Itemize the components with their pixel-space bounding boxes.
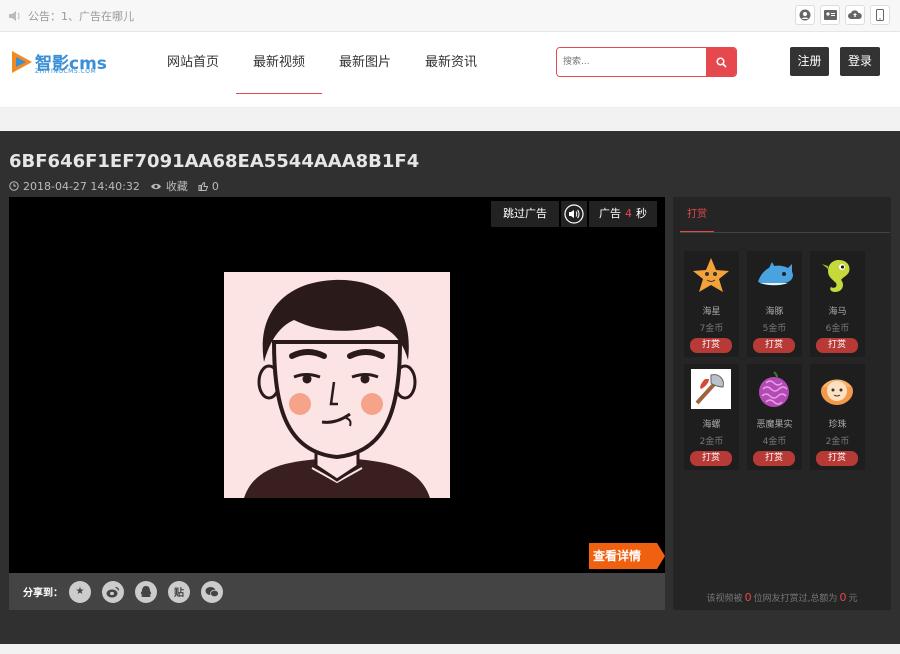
reward-button[interactable]: 打赏 <box>753 451 795 466</box>
ad-poster-image[interactable] <box>224 272 450 498</box>
gift-name: 海豚 <box>765 307 784 317</box>
gift-price: 2金币 <box>825 437 850 447</box>
search-icon <box>715 56 727 68</box>
gift-price: 6金币 <box>825 324 850 334</box>
main-nav: 网站首页 最新视频 最新图片 最新资讯 <box>150 32 494 94</box>
user-icon[interactable] <box>795 5 815 25</box>
search-input[interactable] <box>557 48 706 76</box>
reward-user-count: 0 <box>744 591 752 604</box>
starfish-icon <box>693 258 729 292</box>
reward-button[interactable]: 打赏 <box>816 451 858 466</box>
reward-total: 0 <box>839 591 847 604</box>
view-details-button[interactable]: 查看详情 <box>589 543 665 569</box>
gift-price: 5金币 <box>762 324 787 334</box>
register-button[interactable]: 注册 <box>790 47 829 76</box>
reward-summary: 该视频被 0 位网友打赏过,总额为 0 元 <box>673 591 891 604</box>
tieba-icon[interactable]: 贴 <box>168 580 190 603</box>
video-datetime: 2018-04-27 14:40:32 <box>23 179 140 193</box>
video-section: 6BF646F1EF7091AA68EA5544AAA8B1F4 2018-04… <box>0 131 900 644</box>
ad-countdown: 广告 4 秒 <box>589 201 657 227</box>
skip-ad-button[interactable]: 跳过广告 <box>491 201 559 227</box>
reward-button[interactable]: 打赏 <box>690 451 732 466</box>
sound-toggle[interactable] <box>561 201 587 227</box>
logo-play-icon <box>12 51 32 73</box>
logo-subtitle: ZHIYINGCMS.COM <box>35 68 97 75</box>
gift-card: 海豚 5金币 打赏 <box>747 251 802 357</box>
reward-button[interactable]: 打赏 <box>753 338 795 353</box>
video-meta: 2018-04-27 14:40:32 收藏 0 <box>9 178 219 194</box>
gift-name: 恶魔果实 <box>756 420 793 430</box>
video-player[interactable]: 跳过广告 广告 4 秒 查看详情 <box>9 197 665 573</box>
devil-fruit-icon <box>759 371 789 407</box>
reward-summary-mid: 位网友打赏过,总额为 <box>753 594 838 604</box>
wechat-icon[interactable] <box>201 580 223 603</box>
gift-card: 海星 7金币 打赏 <box>684 251 739 357</box>
top-bar: 公告：1、广告在哪儿 <box>0 0 900 32</box>
nav-latest-images[interactable]: 最新图片 <box>322 32 408 94</box>
page-footer-band <box>0 644 900 654</box>
announcement: 公告：1、广告在哪儿 <box>8 8 134 24</box>
weibo-icon[interactable] <box>102 580 124 603</box>
nav-home[interactable]: 网站首页 <box>150 32 236 94</box>
site-header: 智影cms ZHIYINGCMS.COM 网站首页 最新视频 最新图片 最新资讯… <box>0 32 900 108</box>
reward-panel: 打赏 海星 7金币 打赏 海豚 5金币 打赏 海马 6金币 打赏 海螺 2金币 … <box>673 197 891 610</box>
gift-card: 珍珠 2金币 打赏 <box>810 364 865 470</box>
gift-price: 2金币 <box>699 437 724 447</box>
volume-icon <box>564 204 584 224</box>
video-title: 6BF646F1EF7091AA68EA5544AAA8B1F4 <box>9 151 420 172</box>
ad-seconds: 4 <box>625 207 632 220</box>
gift-card: 海马 6金币 打赏 <box>810 251 865 357</box>
nav-latest-news[interactable]: 最新资讯 <box>408 32 494 94</box>
conch-icon <box>691 369 731 409</box>
tab-reward[interactable]: 打赏 <box>680 197 714 233</box>
qq-icon[interactable] <box>135 580 157 603</box>
reward-button[interactable]: 打赏 <box>816 338 858 353</box>
gift-name: 珍珠 <box>828 420 847 430</box>
reward-summary-prefix: 该视频被 <box>706 594 743 604</box>
gift-price: 4金币 <box>762 437 787 447</box>
reward-button[interactable]: 打赏 <box>690 338 732 353</box>
share-bar: 分享到： ★ 贴 <box>9 573 665 610</box>
tab-divider <box>680 232 890 233</box>
gift-name: 海星 <box>702 307 721 317</box>
clock-icon <box>9 181 19 191</box>
search-button[interactable] <box>706 48 736 76</box>
eye-icon <box>150 183 161 189</box>
pearl-icon <box>821 379 853 405</box>
ad-unit: 秒 <box>636 207 647 220</box>
ad-label: 广告 <box>599 207 621 220</box>
nav-latest-videos[interactable]: 最新视频 <box>236 32 322 94</box>
speaker-icon <box>9 11 20 21</box>
id-card-icon[interactable] <box>820 5 840 25</box>
dolphin-icon <box>758 262 793 286</box>
login-button[interactable]: 登录 <box>840 47 880 76</box>
search-box <box>556 47 737 77</box>
gift-price: 7金币 <box>699 324 724 334</box>
seahorse-icon <box>822 260 850 292</box>
thumbs-up-icon[interactable] <box>198 181 208 191</box>
cloud-upload-icon[interactable] <box>845 5 865 25</box>
qzone-star-icon[interactable]: ★ <box>69 580 91 603</box>
reward-unit: 元 <box>848 594 858 604</box>
gift-name: 海马 <box>828 307 847 317</box>
gift-name: 海螺 <box>702 420 721 430</box>
gift-card: 恶魔果实 4金币 打赏 <box>747 364 802 470</box>
mobile-icon[interactable] <box>870 5 890 25</box>
site-logo[interactable]: 智影cms ZHIYINGCMS.COM <box>10 47 110 81</box>
announcement-text: 公告：1、广告在哪儿 <box>28 10 134 23</box>
share-label: 分享到： <box>23 588 63 599</box>
favorite-link[interactable]: 收藏 <box>166 178 188 194</box>
gift-card: 海螺 2金币 打赏 <box>684 364 739 470</box>
like-count: 0 <box>211 179 219 193</box>
